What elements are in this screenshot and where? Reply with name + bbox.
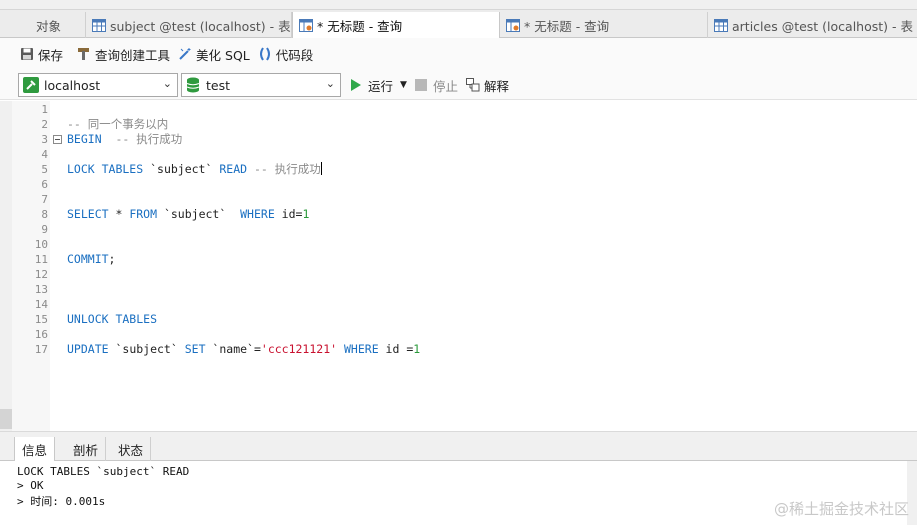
code-text: `name`= (205, 342, 261, 356)
run-button[interactable]: 运行 ▼ (350, 73, 407, 97)
tab-status[interactable]: 状态 (111, 437, 152, 461)
scrollbar-thumb[interactable] (0, 409, 12, 429)
tab-articles-table[interactable]: articles @test (localhost) - 表 (708, 12, 917, 38)
tab-profile[interactable]: 剖析 (66, 437, 107, 461)
tab-subject-table[interactable]: subject @test (localhost) - 表 (86, 12, 292, 38)
line-number: 12 (34, 268, 48, 281)
tab-label: * 无标题 - 查询 (524, 18, 610, 34)
code-comment: -- 执行成功 (247, 162, 321, 176)
tab-bar: 对象 subject @test (localhost) - 表 * 无标题 -… (0, 10, 917, 39)
tab-objects[interactable]: 对象 (30, 12, 86, 38)
code-keyword: COMMIT (67, 252, 109, 266)
code-text: ; (108, 252, 116, 266)
line-number: 6 (41, 178, 48, 191)
connection-value: localhost (44, 77, 101, 93)
code-keyword: SET (184, 342, 206, 356)
code-text: `subject` (143, 162, 220, 176)
save-icon (21, 48, 33, 60)
table-icon (92, 18, 106, 32)
line-number: 8 (41, 208, 48, 221)
connection-select[interactable]: localhost ⌄ (18, 73, 178, 97)
result-line: > OK (17, 479, 44, 492)
line-number: 14 (34, 298, 48, 311)
connection-icon (23, 77, 39, 93)
code-text: `subject` (108, 342, 185, 356)
code-text: `subject` (157, 207, 241, 221)
tab-untitled-query-active[interactable]: * 无标题 - 查询 (292, 12, 500, 39)
query-builder-button[interactable]: 查询创建工具 (75, 42, 176, 66)
hammer-icon (78, 48, 90, 60)
database-select[interactable]: test ⌄ (181, 73, 341, 97)
line-number: 5 (41, 163, 48, 176)
code-keyword: UPDATE (67, 342, 109, 356)
result-message-area: LOCK TABLES `subject` READ > OK > 时间: 0.… (0, 461, 917, 525)
line-number: 13 (34, 283, 48, 296)
result-line: LOCK TABLES `subject` READ (17, 465, 190, 478)
beautify-sql-button[interactable]: 美化 SQL (176, 42, 256, 66)
code-text: id= (274, 207, 303, 221)
sql-editor[interactable]: 1 2 -- 同一个事务以内 3 BEGIN -- 执行成功 4 5 LOCK TAB… (0, 101, 917, 431)
query-icon (299, 19, 313, 32)
line-number: 16 (34, 328, 48, 341)
watermark: @稀土掘金技术社区 (773, 500, 909, 518)
tab-info[interactable]: 信息 (14, 437, 56, 462)
line-number: 3 (41, 133, 48, 146)
dropdown-arrow-icon[interactable]: ▼ (400, 80, 407, 90)
code-keyword: UNLOCK TABLES (67, 312, 158, 326)
table-icon (714, 18, 728, 32)
line-number: 1 (41, 103, 48, 116)
line-number: 9 (41, 223, 48, 236)
result-tab-bar: 信息 剖析 状态 (0, 437, 917, 462)
code-keyword: WHERE (344, 342, 379, 356)
save-button[interactable]: 保存 (18, 42, 69, 66)
line-number: 11 (34, 253, 48, 266)
code-comment: -- 同一个事务以内 (67, 117, 169, 131)
stop-button[interactable]: 停止 (415, 73, 458, 97)
line-number: 4 (41, 148, 48, 161)
text-cursor (320, 162, 322, 175)
explain-button[interactable]: 解释 (466, 73, 509, 97)
connection-toolbar: localhost ⌄ test ⌄ 运行 ▼ 停止 解释 (0, 70, 917, 100)
magic-wand-icon (179, 48, 191, 60)
line-number: 2 (41, 118, 48, 131)
tab-label: 对象 (36, 18, 62, 34)
code-number: 1 (413, 342, 421, 356)
code-snippet-button[interactable]: 代码段 (256, 42, 320, 66)
line-number: 10 (34, 238, 48, 251)
parentheses-icon (259, 47, 270, 61)
code-string: 'ccc121121' (260, 342, 338, 356)
play-icon (351, 79, 361, 91)
stop-icon (415, 79, 427, 91)
fold-toggle-icon[interactable] (53, 135, 62, 144)
vertical-scrollbar[interactable] (0, 101, 12, 431)
database-value: test (206, 77, 231, 93)
code-comment: -- 执行成功 (101, 132, 183, 146)
line-number: 17 (34, 343, 48, 356)
menu-bar (0, 0, 917, 10)
result-line: > 时间: 0.001s (17, 495, 106, 508)
line-number: 15 (34, 313, 48, 326)
code-keyword: READ (219, 162, 248, 176)
query-toolbar: 保存 查询创建工具 美化 SQL 代码段 (0, 38, 917, 70)
explain-icon (466, 78, 480, 92)
code-keyword: BEGIN (67, 132, 102, 146)
chevron-down-icon: ⌄ (162, 77, 172, 90)
database-icon (186, 77, 200, 93)
tab-untitled-query[interactable]: * 无标题 - 查询 (500, 12, 708, 38)
line-number: 7 (41, 193, 48, 206)
code-text: * (108, 207, 130, 221)
code-number: 1 (302, 207, 310, 221)
tab-label: articles @test (localhost) - 表 (732, 18, 913, 34)
tab-label: * 无标题 - 查询 (317, 19, 403, 34)
code-keyword: LOCK TABLES (67, 162, 144, 176)
code-keyword: FROM (129, 207, 158, 221)
tab-label: subject @test (localhost) - 表 (110, 18, 291, 34)
code-keyword: WHERE (240, 207, 275, 221)
query-icon (506, 18, 520, 32)
chevron-down-icon: ⌄ (325, 77, 335, 90)
code-text: id = (378, 342, 414, 356)
code-keyword: SELECT (67, 207, 109, 221)
